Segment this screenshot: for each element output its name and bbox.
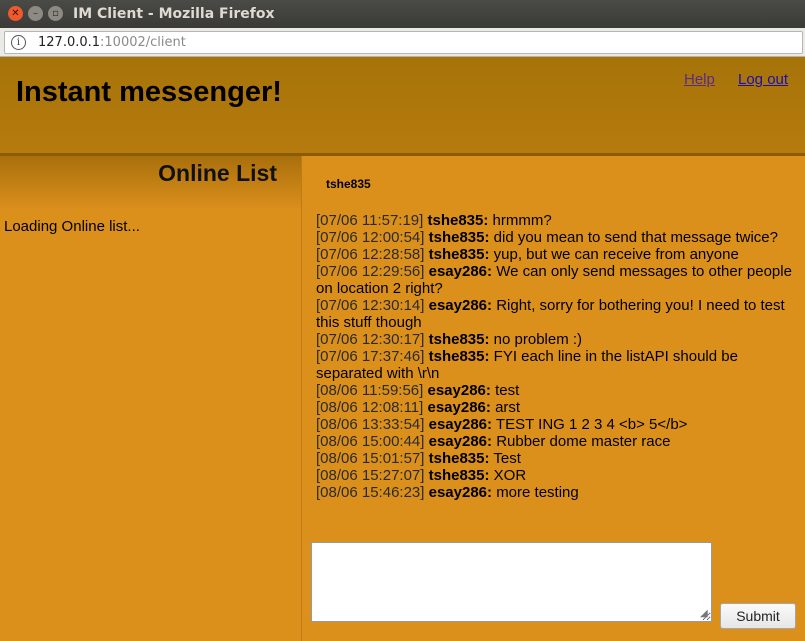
info-icon[interactable]: i bbox=[11, 35, 26, 50]
message-text: arst bbox=[495, 399, 521, 416]
message-item: [08/06 15:46:23] esay286: more testing bbox=[316, 484, 804, 501]
message-timestamp: [08/06 13:33:54] bbox=[316, 416, 425, 433]
message-list: [07/06 11:57:19] tshe835: hrmmm? [07/06 1… bbox=[316, 212, 804, 501]
message-sender: tshe835: bbox=[428, 229, 490, 246]
page-header: Instant messenger! Help Log out bbox=[0, 57, 805, 156]
message-timestamp: [07/06 12:28:58] bbox=[316, 246, 425, 263]
message-sender: esay286: bbox=[428, 433, 493, 450]
message-item: [08/06 13:33:54] esay286: TEST ING 1 2 3… bbox=[316, 416, 804, 433]
message-sender: esay286: bbox=[427, 382, 491, 399]
message-timestamp: [07/06 11:57:19] bbox=[316, 212, 424, 229]
message-item: [08/06 15:00:44] esay286: Rubber dome ma… bbox=[316, 433, 804, 450]
window-title: IM Client - Mozilla Firefox bbox=[73, 6, 275, 22]
message-sender: tshe835: bbox=[428, 348, 490, 365]
message-item: [07/06 12:28:58] tshe835: yup, but we ca… bbox=[316, 246, 804, 263]
message-sender: tshe835: bbox=[428, 450, 490, 467]
online-list-status: Loading Online list... bbox=[4, 218, 140, 235]
message-timestamp: [08/06 15:46:23] bbox=[316, 484, 425, 501]
message-item: [07/06 17:37:46] tshe835: FYI each line … bbox=[316, 348, 804, 382]
message-item: [08/06 15:27:07] tshe835: XOR bbox=[316, 467, 804, 484]
message-sender: tshe835: bbox=[428, 467, 490, 484]
message-sender: esay286: bbox=[428, 297, 493, 314]
message-text: no problem :) bbox=[493, 331, 583, 348]
message-sender: tshe835: bbox=[428, 246, 490, 263]
message-timestamp: [08/06 11:59:56] bbox=[316, 382, 424, 399]
message-input[interactable] bbox=[311, 542, 712, 622]
message-timestamp: [08/06 15:01:57] bbox=[316, 450, 425, 467]
message-text: hrmmm? bbox=[492, 212, 552, 229]
message-item: [08/06 15:01:57] tshe835: Test bbox=[316, 450, 804, 467]
resize-grip-icon[interactable]: ◢ bbox=[700, 609, 710, 619]
message-text: XOR bbox=[493, 467, 527, 484]
window-titlebar: ✕ – ▫ IM Client - Mozilla Firefox bbox=[0, 0, 805, 28]
message-timestamp: [07/06 17:37:46] bbox=[316, 348, 425, 365]
message-timestamp: [07/06 12:30:17] bbox=[316, 331, 425, 348]
message-sender: tshe835: bbox=[428, 331, 490, 348]
message-sender: esay286: bbox=[428, 416, 493, 433]
online-list-panel: Online List Loading Online list... bbox=[0, 156, 302, 641]
message-sender: esay286: bbox=[427, 399, 491, 416]
message-text: test bbox=[495, 382, 520, 399]
browser-navbar: i 127.0.0.1:10002/client bbox=[0, 28, 805, 57]
logout-link[interactable]: Log out bbox=[738, 71, 788, 88]
message-text: Test bbox=[493, 450, 521, 467]
message-timestamp: [07/06 12:30:14] bbox=[316, 297, 425, 314]
message-text: did you mean to send that message twice? bbox=[493, 229, 778, 246]
minimize-icon[interactable]: – bbox=[28, 6, 43, 21]
message-timestamp: [08/06 15:27:07] bbox=[316, 467, 425, 484]
url-bar[interactable]: i 127.0.0.1:10002/client bbox=[4, 31, 803, 54]
message-item: [07/06 12:30:17] tshe835: no problem :) bbox=[316, 331, 804, 348]
message-item: [07/06 11:57:19] tshe835: hrmmm? bbox=[316, 212, 804, 229]
message-item: [07/06 12:00:54] tshe835: did you mean t… bbox=[316, 229, 804, 246]
page-title: Instant messenger! bbox=[16, 76, 282, 108]
url-rest: :10002/client bbox=[100, 35, 186, 50]
message-item: [08/06 11:59:56] esay286: test bbox=[316, 382, 804, 399]
message-item: [07/06 12:29:56] esay286: We can only se… bbox=[316, 263, 804, 297]
online-list-header: Online List bbox=[0, 156, 301, 211]
online-list-title: Online List bbox=[158, 160, 277, 186]
help-link[interactable]: Help bbox=[684, 71, 715, 88]
message-text: TEST ING 1 2 3 4 <b> 5</b> bbox=[495, 416, 688, 433]
message-timestamp: [07/06 12:00:54] bbox=[316, 229, 425, 246]
message-timestamp: [08/06 12:08:11] bbox=[316, 399, 424, 416]
message-text: more testing bbox=[496, 484, 579, 501]
submit-button[interactable]: Submit bbox=[720, 603, 796, 629]
maximize-icon[interactable]: ▫ bbox=[48, 6, 63, 21]
url-host: 127.0.0.1 bbox=[38, 35, 101, 50]
message-sender: esay286: bbox=[428, 484, 493, 501]
message-sender: tshe835: bbox=[427, 212, 489, 229]
close-icon[interactable]: ✕ bbox=[8, 6, 23, 21]
message-timestamp: [07/06 12:29:56] bbox=[316, 263, 425, 280]
chat-active-user: tshe835 bbox=[326, 177, 371, 191]
message-timestamp: [08/06 15:00:44] bbox=[316, 433, 425, 450]
message-text: yup, but we can receive from anyone bbox=[493, 246, 739, 263]
message-text: Rubber dome master race bbox=[496, 433, 671, 450]
url-text[interactable]: 127.0.0.1:10002/client bbox=[38, 32, 186, 53]
message-item: [07/06 12:30:14] esay286: Right, sorry f… bbox=[316, 297, 804, 331]
message-item: [08/06 12:08:11] esay286: arst bbox=[316, 399, 804, 416]
message-sender: esay286: bbox=[428, 263, 493, 280]
